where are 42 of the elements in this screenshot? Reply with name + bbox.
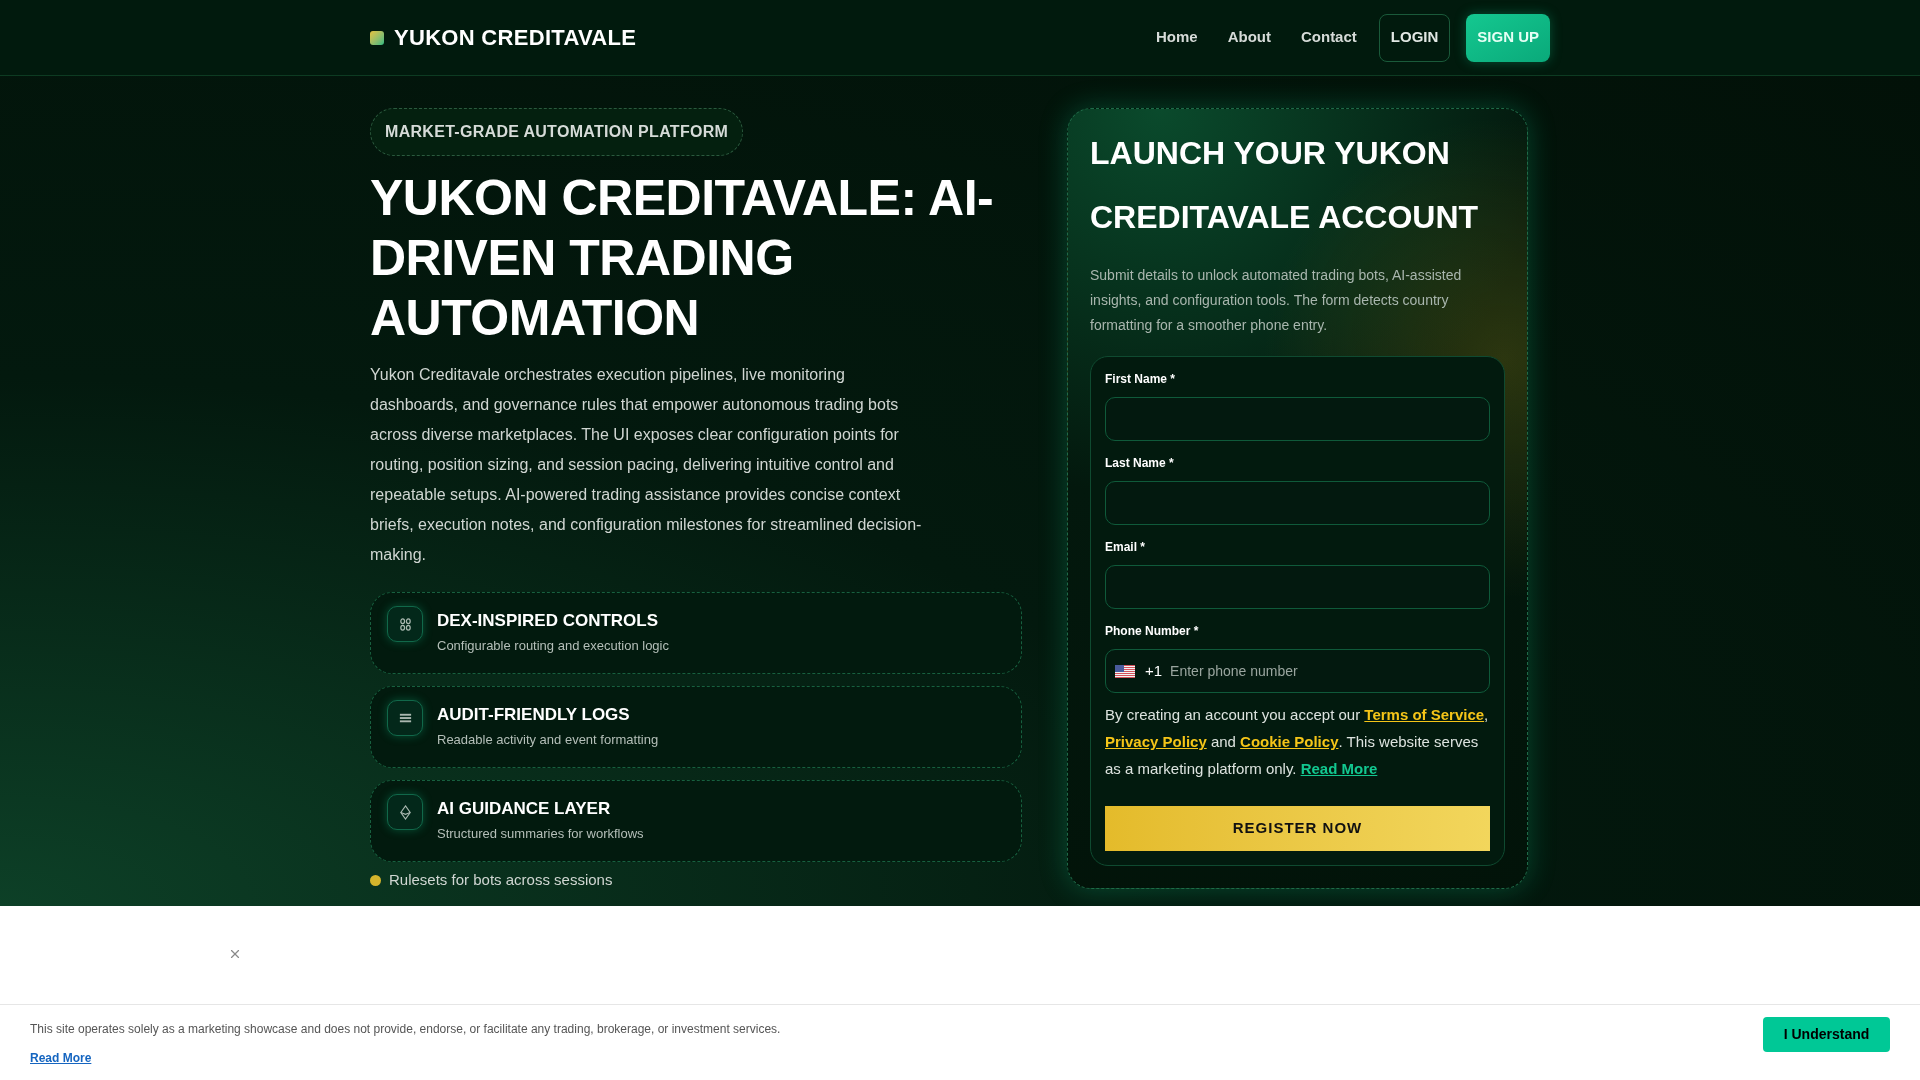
understand-button[interactable]: I Understand [1763,1017,1890,1052]
phone-number-input[interactable]: Enter phone number [1170,656,1480,686]
field-label: Phone Number * [1105,623,1200,639]
feature-title: AI GUIDANCE LAYER [437,798,612,820]
nav-link[interactable]: About [1227,26,1271,49]
chain-icon [387,606,423,642]
hero-description: Yukon Creditavale orchestrates execution pipelines, live monitoring dashboards, and governance rules that empower autonomous trading bots across diverse marketplaces. The UI exposes clear configuration points for routing, position sizing, and session pacing, delivering intuitive control and repeatable setups. AI-powered trading assistance provides concise context briefs, execution notes, and configuration milestones for streamlined decision-making. [370,365,923,565]
nav-link[interactable]: Contact [1300,26,1357,49]
flag-icon [1115,664,1135,678]
read-more-link[interactable]: Read More [1300,760,1378,777]
feature-title: AUDIT-FRIENDLY LOGS [437,704,631,726]
field-label: Email * [1105,539,1147,555]
phone-field[interactable]: +1 Enter phone number [1105,649,1490,693]
register-button[interactable]: REGISTER NOW [1105,806,1490,851]
platform-badge: MARKET-GRADE AUTOMATION PLATFORM [370,108,744,156]
field-label: Last Name * [1105,455,1175,471]
field-label: First Name * [1105,371,1177,387]
policy-link[interactable]: Cookie Policy [1240,733,1339,750]
feature-subtitle: Configurable routing and execution logic [437,637,669,655]
feature-subtitle: Readable activity and event formatting [437,731,659,749]
bullet-text: Rulesets for bots across sessions [389,870,613,890]
policy-link[interactable]: Terms of Service [1364,706,1485,723]
nav-link[interactable]: Home [1155,26,1198,49]
diamond-icon [387,794,423,830]
input-field[interactable] [1105,481,1490,525]
cookie-text: This site operates solely as a marketing showcase and does not provide, endorse, or facilitate any trading, brokerage, or investment services. [30,1021,781,1037]
read-more-link[interactable]: Read More [30,1050,92,1066]
brand-name[interactable]: YUKON CREDITAVALE [394,21,637,54]
policy-link[interactable]: Privacy Policy [1105,733,1207,750]
consent-text: By creating an account you accept our Terms of Service, Privacy Policy and Cookie Policy. This website serves as a marketing platform only. Read More [1105,705,1490,779]
input-field[interactable] [1105,565,1490,609]
grid-icon [387,700,423,736]
signup-description: Submit details to unlock automated trading bots, AI-assisted insights, and configuration tools. The form detects country formatting for a smoother phone entry. [1090,266,1463,335]
login-button[interactable]: LOGIN [1378,13,1451,62]
signup-title: LAUNCH YOUR YUKON CREDITAVALE ACCOUNT [1090,134,1480,237]
feature-subtitle: Structured summaries for workflows [437,825,644,843]
feature-title: DEX-INSPIRED CONTROLS [437,610,660,632]
close-icon [228,947,242,961]
country-code: +1 [1145,660,1163,681]
input-field[interactable] [1105,397,1490,441]
logo-icon [370,30,384,45]
hero-title: YUKON CREDITAVALE: AI-DRIVEN TRADING AUTOMATION [370,169,995,348]
